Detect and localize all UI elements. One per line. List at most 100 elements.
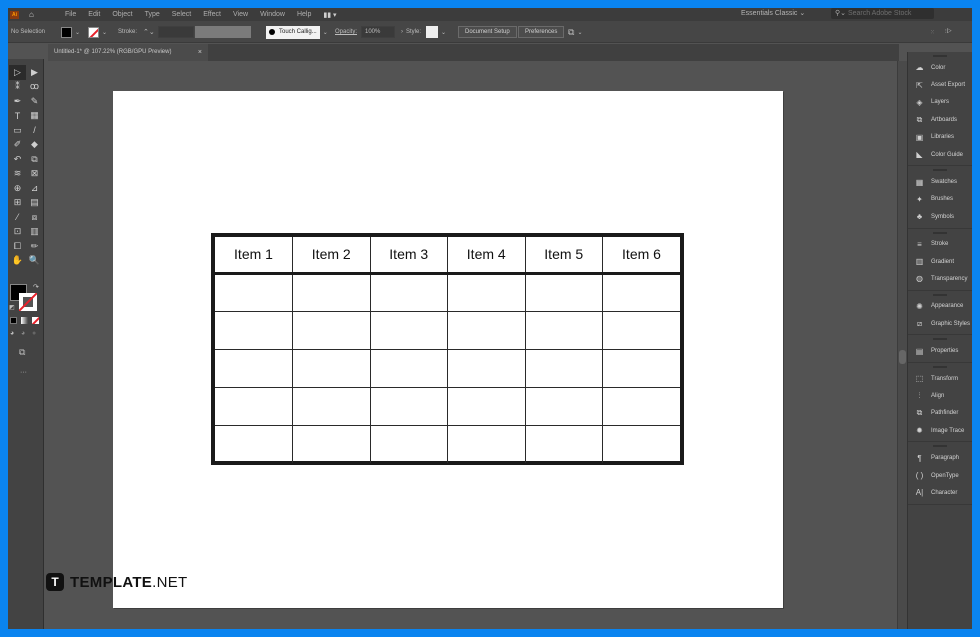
panel-pathfinder[interactable]: ⧉ Pathfinder (908, 405, 972, 422)
curvature-tool[interactable]: ✎ (26, 94, 43, 109)
close-icon[interactable]: × (198, 44, 202, 61)
panel-image-trace[interactable]: ✹ Image Trace (908, 422, 972, 439)
panel-graphic-styles[interactable]: ⧄ Graphic Styles (908, 315, 972, 332)
document-tab[interactable]: Untitled-1* @ 107.22% (RGB/GPU Preview) … (48, 44, 208, 61)
arrange-icon[interactable]: ⧉ (568, 27, 574, 38)
variable-width-profile[interactable] (195, 26, 251, 38)
scrollbar-thumb[interactable] (899, 350, 906, 364)
draw-inside-icon[interactable]: ● (32, 330, 36, 337)
stroke-weight-stepper[interactable]: ⌃⌄ (143, 28, 155, 36)
panel-asset-export[interactable]: ⇱ Asset Export (908, 76, 972, 93)
chevron-down-icon[interactable]: ⌄ (323, 29, 328, 36)
stroke-color-box[interactable] (19, 293, 37, 311)
artboard-tool[interactable]: ⧠ (9, 239, 26, 254)
lasso-tool[interactable]: ꝏ (26, 80, 43, 95)
screen-mode-icon[interactable]: ⧉ (19, 347, 25, 358)
menu-edit[interactable]: Edit (88, 11, 100, 18)
artboard[interactable]: Item 1 Item 2 Item 3 Item 4 Item 5 Item … (113, 91, 783, 608)
scale-tool[interactable]: ⧉ (26, 152, 43, 167)
chevron-right-icon[interactable]: › (401, 29, 403, 35)
menu-window[interactable]: Window (260, 11, 285, 18)
style-swatch[interactable] (426, 26, 438, 38)
mesh-tool[interactable]: ⊞ (9, 196, 26, 211)
symbol-sprayer-tool[interactable]: ⊡ (9, 225, 26, 240)
warp-tool[interactable]: ≋ (9, 167, 26, 182)
zoom-tool[interactable]: 🔍 (26, 254, 43, 269)
draw-normal-icon[interactable]: ◕ (10, 330, 14, 337)
panel-properties[interactable]: ▤ Properties (908, 342, 972, 359)
chevron-down-icon[interactable]: ⌄ (75, 29, 80, 36)
workspace-switcher[interactable]: Essentials Classic ⌄ (741, 9, 805, 17)
perspective-grid-tool[interactable]: ⊿ (26, 181, 43, 196)
align-panel-icon[interactable]: ⫶▷ (945, 29, 952, 36)
opacity-label[interactable]: Opacity: (335, 29, 357, 35)
canvas-area[interactable]: Item 1 Item 2 Item 3 Item 4 Item 5 Item … (45, 61, 897, 629)
menu-object[interactable]: Object (112, 11, 132, 18)
color-mode-icon[interactable] (10, 317, 17, 324)
paintbrush-tool[interactable]: / (26, 123, 43, 138)
shaper-tool[interactable]: ✐ (9, 138, 26, 153)
magic-wand-tool[interactable]: ⁑ (9, 80, 26, 95)
brush-definition-dropdown[interactable]: Touch Callig... (266, 25, 320, 39)
home-icon[interactable]: ⌂ (29, 10, 41, 19)
chevron-down-icon[interactable]: ⌄ (577, 29, 582, 36)
swap-fill-stroke-icon[interactable]: ↷ (33, 283, 39, 291)
grid-toggle-icon[interactable]: ⁙ (930, 29, 935, 36)
vertical-scrollbar[interactable] (897, 61, 907, 629)
gradient-tool[interactable]: ▤ (26, 196, 43, 211)
none-mode-icon[interactable] (32, 317, 39, 324)
panel-color-guide[interactable]: ◣ Color Guide (908, 146, 972, 163)
stroke-weight-input[interactable] (157, 26, 194, 38)
panel-paragraph[interactable]: ¶ Paragraph (908, 449, 972, 466)
type-tool[interactable]: T (9, 109, 26, 124)
panel-artboards[interactable]: ⧉ Artboards (908, 111, 972, 128)
chevron-down-icon[interactable]: ⌄ (102, 29, 107, 36)
pen-tool[interactable]: ✒ (9, 94, 26, 109)
panel-brushes[interactable]: ✦ Brushes (908, 191, 972, 208)
eyedropper-tool[interactable]: ⁄ (9, 210, 26, 225)
free-transform-tool[interactable]: ⊠ (26, 167, 43, 182)
panel-swatches[interactable]: ▦ Swatches (908, 173, 972, 190)
eraser-tool[interactable]: ◆ (26, 138, 43, 153)
panel-opentype[interactable]: ( ) OpenType (908, 467, 972, 484)
menu-select[interactable]: Select (172, 11, 191, 18)
menu-help[interactable]: Help (297, 11, 311, 18)
fill-swatch[interactable] (61, 26, 72, 38)
table-graphic[interactable]: Item 1 Item 2 Item 3 Item 4 Item 5 Item … (211, 233, 684, 465)
panel-character[interactable]: A| Character (908, 484, 972, 501)
stroke-swatch[interactable] (88, 26, 99, 38)
search-stock-input[interactable]: ⚲⌄ Search Adobe Stock (831, 8, 934, 19)
blend-tool[interactable]: ⧈ (26, 210, 43, 225)
shape-builder-tool[interactable]: ⊕ (9, 181, 26, 196)
panel-appearance[interactable]: ✺ Appearance (908, 298, 972, 315)
panel-libraries[interactable]: ▣ Libraries (908, 129, 972, 146)
menu-type[interactable]: Type (145, 11, 160, 18)
default-colors-icon[interactable]: ◩ (9, 304, 15, 311)
panel-color[interactable]: ☁ Color (908, 59, 972, 76)
opacity-input[interactable]: 100% (361, 26, 395, 38)
arrange-documents-icon[interactable]: ▮▮ ▾ (323, 11, 336, 19)
rectangle-tool[interactable]: ▭ (9, 123, 26, 138)
menu-file[interactable]: File (65, 11, 76, 18)
column-graph-tool[interactable]: ▥ (26, 225, 43, 240)
slice-tool[interactable]: ✏ (26, 239, 43, 254)
direct-selection-tool[interactable]: ▶ (26, 65, 43, 80)
document-setup-button[interactable]: Document Setup (458, 26, 517, 38)
chevron-down-icon[interactable]: ⌄ (441, 29, 446, 36)
preferences-button[interactable]: Preferences (518, 26, 565, 38)
selection-tool[interactable]: ▷ (9, 65, 26, 80)
panel-layers[interactable]: ◈ Layers (908, 94, 972, 111)
hand-tool[interactable]: ✋ (9, 254, 26, 269)
edit-toolbar-icon[interactable]: ··· (20, 369, 27, 376)
rotate-tool[interactable]: ↶ (9, 152, 26, 167)
grid-tool[interactable]: ▦ (26, 109, 43, 124)
panel-align[interactable]: ⫶ Align (908, 387, 972, 404)
menu-view[interactable]: View (233, 11, 248, 18)
draw-behind-icon[interactable]: ◕ (21, 330, 25, 337)
panel-gradient[interactable]: ▥ Gradient (908, 253, 972, 270)
panel-stroke[interactable]: ≡ Stroke (908, 236, 972, 253)
menu-effect[interactable]: Effect (203, 11, 221, 18)
panel-transparency[interactable]: ◍ Transparency (908, 270, 972, 287)
panel-transform[interactable]: ⬚ Transform (908, 370, 972, 387)
gradient-mode-icon[interactable] (21, 317, 28, 324)
